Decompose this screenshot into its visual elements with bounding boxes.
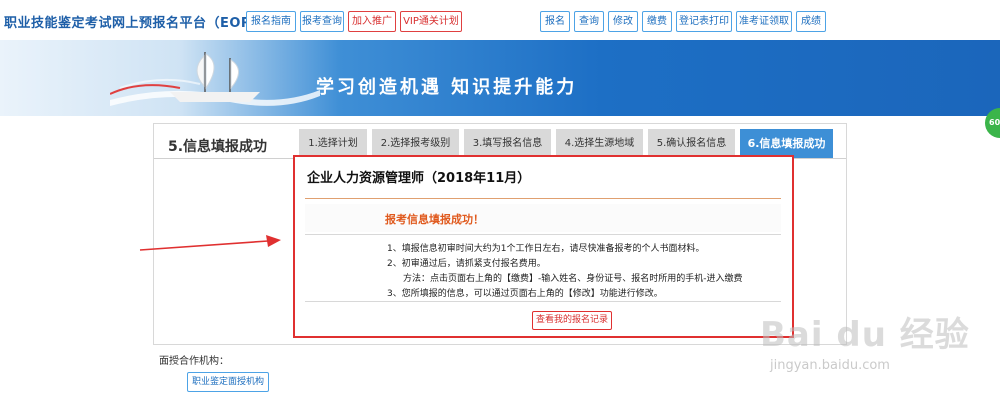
watermark-logo: Bai du 经验 (760, 315, 970, 355)
step-fill-info: 3.填写报名信息 (464, 129, 551, 158)
red-arrow-icon (139, 235, 281, 251)
nav-query-button[interactable]: 报考查询 (300, 11, 344, 32)
note-modify-info: 3、您所填报的信息，可以通过页面右上角的【修改】功能进行修改。 (387, 289, 663, 299)
partner-institutions-button[interactable]: 职业鉴定面授机构 (187, 372, 269, 392)
nav-guide-button[interactable]: 报名指南 (246, 11, 296, 32)
step-select-plan: 1.选择计划 (299, 129, 367, 158)
view-records-button[interactable]: 查看我的报名记录 (532, 311, 612, 330)
nav-score-button[interactable]: 成绩 (796, 11, 826, 32)
message-divider (305, 234, 781, 235)
nav-pay-button[interactable]: 缴费 (642, 11, 672, 32)
nav-vip-button[interactable]: VIP通关计划 (400, 11, 462, 32)
step-select-region: 4.选择生源地域 (556, 129, 643, 158)
note-pay-fee: 2、初审通过后，请抓紧支付报名费用。 (387, 259, 546, 269)
step-confirm-info: 5.确认报名信息 (648, 129, 735, 158)
step-success: 6.信息填报成功 (740, 129, 833, 158)
page-title: 5.信息填报成功 (168, 139, 268, 155)
nav-print-form-button[interactable]: 登记表打印 (676, 11, 732, 32)
success-message: 报考信息填报成功！ (385, 213, 484, 226)
banner-slogan: 学习创造机遇 知识提升能力 (316, 77, 578, 98)
nav-admission-ticket-button[interactable]: 准考证领取 (736, 11, 792, 32)
success-box: 报考信息填报成功！ (305, 204, 781, 232)
step-select-level: 2.选择报考级别 (372, 129, 459, 158)
watermark-url: jingyan.baidu.com (770, 358, 890, 373)
note-pay-method: 方法：点击页面右上角的【缴费】-输入姓名、身份证号、报名时所用的手机-进入缴费 (403, 274, 743, 284)
nav-promote-button[interactable]: 加入推广 (348, 11, 396, 32)
title-divider (305, 198, 781, 199)
certificate-title: 企业人力资源管理师（2018年11月） (307, 171, 531, 186)
notes-divider (305, 301, 781, 302)
site-title: 职业技能鉴定考试网上预报名平台（EORS） (4, 16, 275, 31)
banner: 学习创造机遇 知识提升能力 (0, 40, 1000, 116)
partner-label: 面授合作机构： (159, 356, 229, 367)
nav-lookup-button[interactable]: 查询 (574, 11, 604, 32)
note-review-time: 1、填报信息初审时间大约为1个工作日左右，请尽快准备报考的个人书面材料。 (387, 244, 705, 254)
top-bar: 职业技能鉴定考试网上预报名平台（EORS） 报名指南 报考查询 加入推广 VIP… (0, 0, 1000, 40)
sailing-ship-icon (110, 52, 320, 106)
nav-register-button[interactable]: 报名 (540, 11, 570, 32)
success-panel: 企业人力资源管理师（2018年11月） 报考信息填报成功！ 1、填报信息初审时间… (293, 155, 794, 338)
nav-modify-button[interactable]: 修改 (608, 11, 638, 32)
